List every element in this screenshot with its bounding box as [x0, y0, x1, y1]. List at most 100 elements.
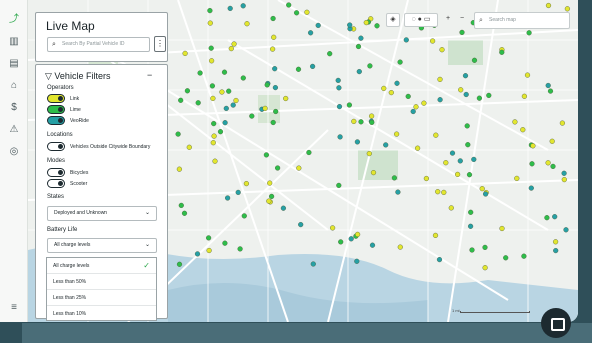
vehicle-marker[interactable]: [219, 89, 225, 95]
vehicle-marker[interactable]: [529, 161, 535, 167]
battery-option[interactable]: Less than 50%: [47, 274, 156, 290]
vehicle-marker[interactable]: [520, 127, 526, 133]
vehicle-marker[interactable]: [503, 255, 509, 261]
vehicle-marker[interactable]: [209, 83, 216, 89]
vehicle-marker[interactable]: [221, 69, 228, 75]
vehicle-marker[interactable]: [512, 119, 518, 125]
vehicle-marker[interactable]: [327, 51, 333, 57]
zoom-in-button[interactable]: +: [442, 13, 454, 27]
vehicle-marker[interactable]: [437, 76, 443, 83]
vehicle-marker[interactable]: [521, 253, 527, 259]
vehicle-marker[interactable]: [547, 88, 554, 94]
vehicle-marker[interactable]: [208, 45, 214, 51]
vehicle-marker[interactable]: [354, 258, 360, 264]
battery-option[interactable]: Less than 25%: [47, 290, 156, 306]
vehicle-marker[interactable]: [182, 50, 188, 57]
vehicle-marker[interactable]: [436, 257, 443, 263]
vehicle-marker[interactable]: [356, 68, 362, 75]
vehicle-marker[interactable]: [264, 82, 270, 88]
vehicle-marker[interactable]: [336, 103, 343, 110]
vehicle-marker[interactable]: [552, 239, 559, 245]
vehicle-marker[interactable]: [226, 88, 232, 94]
vehicle-marker[interactable]: [308, 30, 314, 36]
vehicle-marker[interactable]: [184, 88, 191, 94]
vehicle-marker[interactable]: [381, 85, 387, 92]
chart-icon[interactable]: ⤴: [8, 14, 20, 26]
vehicle-marker[interactable]: [448, 205, 454, 211]
vehicle-marker[interactable]: [405, 93, 411, 100]
vehicle-marker[interactable]: [262, 105, 268, 112]
vehicle-marker[interactable]: [298, 222, 304, 228]
vehicle-marker[interactable]: [206, 235, 212, 241]
vehicle-marker[interactable]: [280, 205, 287, 211]
vehicle-marker[interactable]: [433, 132, 439, 138]
vehicle-marker[interactable]: [391, 175, 398, 181]
vehicle-marker[interactable]: [283, 95, 289, 102]
vehicle-marker[interactable]: [336, 182, 342, 189]
vehicle-marker[interactable]: [471, 57, 478, 63]
vehicle-marker[interactable]: [209, 58, 215, 64]
vehicle-marker[interactable]: [195, 100, 201, 106]
map-search-input[interactable]: ⌕ Search map: [474, 12, 570, 29]
vehicle-marker[interactable]: [553, 248, 559, 254]
vehicle-marker[interactable]: [552, 214, 558, 220]
bank-icon[interactable]: ⌂: [8, 80, 20, 92]
vehicle-marker[interactable]: [363, 20, 369, 26]
vehicle-marker[interactable]: [479, 186, 485, 192]
mode-bicycles-toggle[interactable]: [47, 168, 65, 177]
vehicle-marker[interactable]: [197, 70, 203, 76]
vehicle-marker[interactable]: [304, 9, 310, 15]
vehicle-marker[interactable]: [465, 142, 471, 148]
vehicle-marker[interactable]: [410, 108, 416, 115]
vehicle-marker[interactable]: [463, 91, 469, 98]
vehicle-marker[interactable]: [227, 5, 233, 11]
vehicle-marker[interactable]: [559, 120, 566, 126]
vehicle-marker[interactable]: [211, 120, 217, 127]
vehicle-marker[interactable]: [231, 41, 237, 47]
battery-option[interactable]: Less than 10%: [47, 306, 156, 322]
vehicle-marker[interactable]: [468, 209, 474, 215]
operator-veoride-toggle[interactable]: [47, 116, 65, 125]
vehicle-marker[interactable]: [222, 240, 228, 246]
vehicle-marker[interactable]: [294, 10, 300, 16]
vehicle-marker[interactable]: [464, 123, 470, 129]
vehicle-marker[interactable]: [267, 180, 273, 186]
vehicle-marker[interactable]: [237, 246, 243, 252]
vehicle-marker[interactable]: [355, 231, 361, 238]
vehicle-marker[interactable]: [315, 22, 321, 29]
vehicle-marker[interactable]: [499, 225, 505, 232]
vehicle-marker[interactable]: [369, 119, 375, 126]
vehicle-marker[interactable]: [499, 49, 505, 55]
vehicle-marker[interactable]: [545, 160, 551, 166]
vehicle-marker[interactable]: [514, 175, 520, 182]
vehicle-marker[interactable]: [355, 43, 362, 50]
vehicle-marker[interactable]: [468, 223, 474, 229]
vehicle-marker[interactable]: [181, 210, 188, 216]
operator-link-toggle[interactable]: [47, 94, 65, 103]
vehicle-marker[interactable]: [211, 133, 217, 139]
vehicle-marker[interactable]: [457, 158, 463, 164]
vehicle-marker[interactable]: [176, 261, 183, 267]
vehicle-marker[interactable]: [430, 38, 436, 44]
vehicle-marker[interactable]: [526, 30, 532, 36]
vehicle-marker[interactable]: [348, 236, 354, 242]
vehicle-marker[interactable]: [243, 181, 250, 187]
vehicle-marker[interactable]: [272, 66, 278, 72]
mode-scooter-toggle[interactable]: [47, 179, 65, 188]
vehicle-marker[interactable]: [270, 15, 276, 22]
zoom-out-button[interactable]: −: [456, 13, 468, 27]
vehicle-marker[interactable]: [486, 92, 492, 99]
vehicle-marker[interactable]: [421, 100, 427, 106]
vehicle-marker[interactable]: [230, 102, 236, 108]
vehicle-marker[interactable]: [275, 165, 281, 171]
vehicle-marker[interactable]: [186, 144, 192, 150]
vehicle-marker[interactable]: [394, 80, 400, 86]
vehicle-marker[interactable]: [435, 189, 441, 195]
vehicle-marker[interactable]: [561, 177, 567, 183]
vehicle-marker[interactable]: [545, 2, 552, 9]
vehicle-marker[interactable]: [564, 6, 571, 12]
vehicle-marker[interactable]: [458, 87, 464, 93]
vehicle-marker[interactable]: [524, 72, 531, 78]
vehicle-marker[interactable]: [358, 35, 364, 41]
vehicle-marker[interactable]: [466, 172, 473, 178]
